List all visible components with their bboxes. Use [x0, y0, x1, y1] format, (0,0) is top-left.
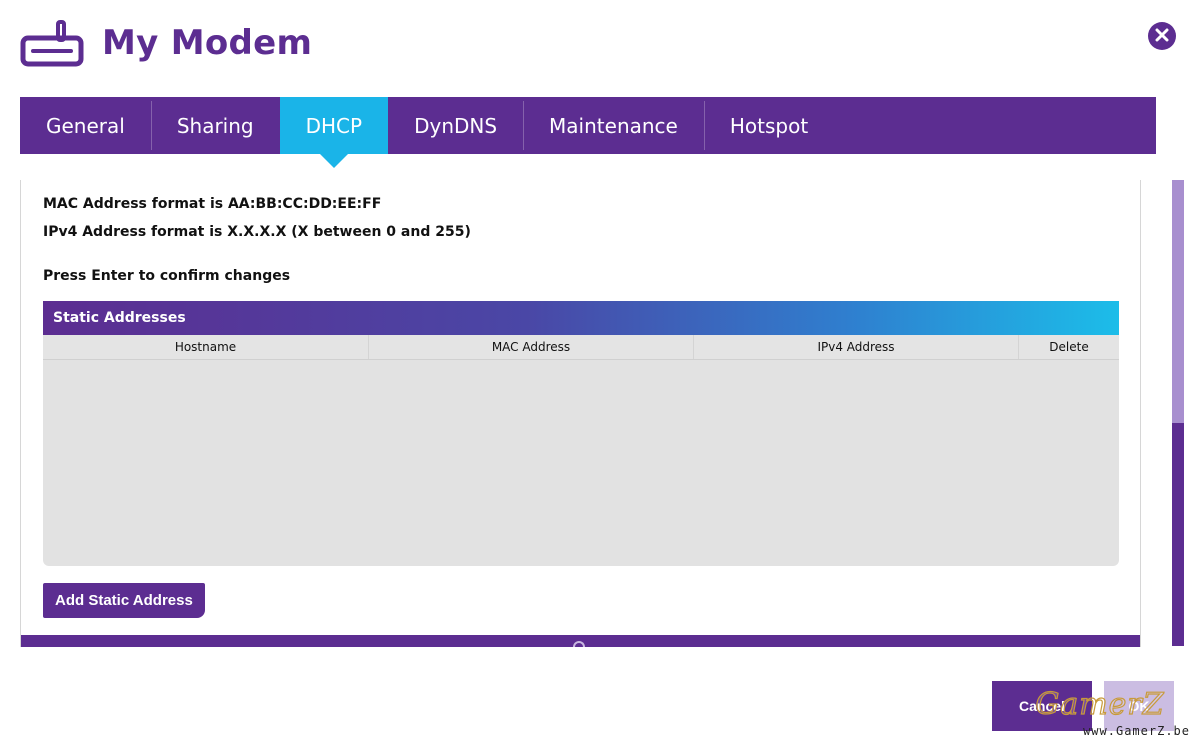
- enter-hint: Press Enter to confirm changes: [43, 268, 291, 284]
- mac-format-note: MAC Address format is AA:BB:CC:DD:EE:FF: [43, 196, 382, 212]
- tab-maintenance[interactable]: Maintenance: [523, 97, 704, 154]
- ok-button[interactable]: OK: [1104, 681, 1174, 731]
- tab-sharing[interactable]: Sharing: [150, 97, 280, 154]
- page-header: My Modem: [20, 12, 312, 74]
- tab-hotspot[interactable]: Hotspot: [703, 97, 834, 154]
- scrollbar-thumb[interactable]: [1172, 423, 1184, 646]
- dhcp-panel: MAC Address format is AA:BB:CC:DD:EE:FF …: [20, 180, 1141, 647]
- tab-dhcp[interactable]: DHCP: [279, 97, 389, 168]
- table-body: [43, 360, 1119, 566]
- tab-general[interactable]: General: [20, 97, 151, 154]
- cancel-button[interactable]: Cancel: [992, 681, 1092, 731]
- column-ipv4-address[interactable]: IPv4 Address: [694, 335, 1019, 359]
- column-mac-address[interactable]: MAC Address: [369, 335, 694, 359]
- column-hostname[interactable]: Hostname: [43, 335, 369, 359]
- add-static-address-button[interactable]: Add Static Address: [43, 583, 205, 618]
- static-addresses-table: Static Addresses Hostname MAC Address IP…: [43, 301, 1119, 566]
- page-title: My Modem: [102, 23, 313, 63]
- chevron-up-icon[interactable]: [573, 641, 585, 647]
- table-title: Static Addresses: [43, 301, 1119, 335]
- tab-dyndns[interactable]: DynDNS: [388, 97, 523, 154]
- close-icon: [1155, 27, 1169, 46]
- vertical-scrollbar[interactable]: [1172, 180, 1184, 646]
- modem-icon: [20, 18, 84, 68]
- ipv4-format-note: IPv4 Address format is X.X.X.X (X betwee…: [43, 224, 471, 240]
- close-button[interactable]: [1148, 22, 1176, 50]
- column-delete[interactable]: Delete: [1019, 335, 1119, 359]
- table-header-row: Hostname MAC Address IPv4 Address Delete: [43, 335, 1119, 360]
- tab-bar: General Sharing DHCP DynDNS Maintenance …: [20, 97, 1156, 168]
